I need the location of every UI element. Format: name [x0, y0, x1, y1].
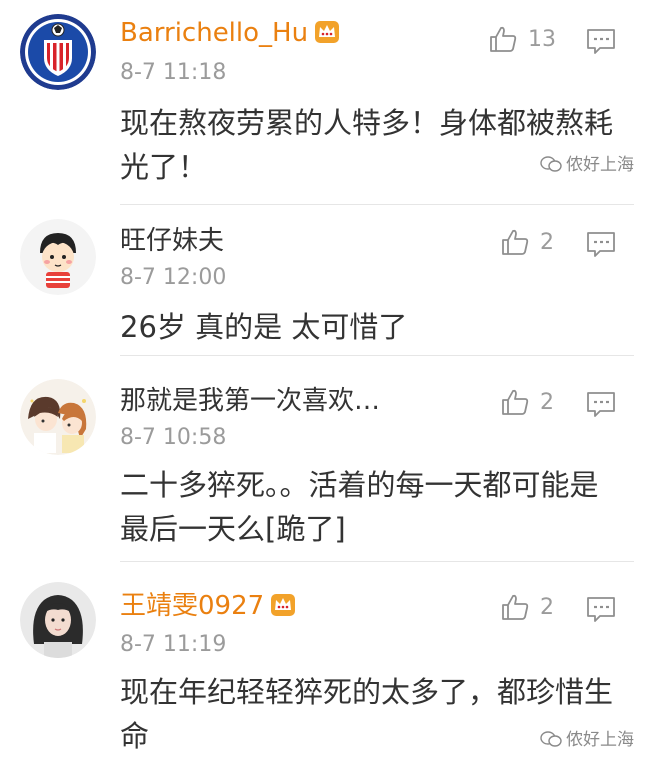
- comment-time: 8-7 11:18: [120, 60, 227, 85]
- cartoon-boy-avatar: [20, 219, 96, 295]
- wechat-icon: [540, 731, 562, 747]
- crown-icon: [315, 21, 340, 43]
- thumbs-up-icon: [502, 229, 529, 255]
- like-button[interactable]: 2: [500, 387, 580, 421]
- like-count: 2: [540, 230, 554, 255]
- reply-button[interactable]: [586, 230, 616, 258]
- comment-item: 那就是我第一次喜欢… 8-7 10:58 2 二十多猝死。。活着的每一天都可能是…: [0, 367, 656, 563]
- wechat-icon: [540, 156, 562, 172]
- reply-button[interactable]: [586, 595, 616, 623]
- reply-button[interactable]: [586, 27, 616, 55]
- watermark: 侬好上海: [540, 725, 634, 750]
- reply-button[interactable]: [586, 390, 616, 418]
- comment-bubble-icon: [587, 29, 615, 54]
- user-name[interactable]: 那就是我第一次喜欢…: [120, 385, 380, 417]
- comment-time: 8-7 12:00: [120, 265, 227, 290]
- thumbs-up-icon: [490, 26, 517, 52]
- comment-item: Barrichello_Hu 8-7 11:18 13 现在熬夜劳累的人特多！身…: [0, 0, 656, 210]
- comment-bubble-icon: [587, 232, 615, 257]
- football-club-logo: [20, 14, 96, 90]
- like-button[interactable]: 2: [500, 592, 580, 626]
- user-name[interactable]: 王靖雯0927: [120, 590, 296, 622]
- like-count: 2: [540, 390, 554, 415]
- avatar[interactable]: [20, 379, 96, 455]
- user-name[interactable]: Barrichello_Hu: [120, 17, 340, 49]
- watermark: 侬好上海: [540, 150, 634, 175]
- girl-photo-avatar: [20, 582, 96, 658]
- thumbs-up-icon: [502, 389, 529, 415]
- avatar[interactable]: [20, 582, 96, 658]
- comment-bubble-icon: [587, 597, 615, 622]
- comment-text: 二十多猝死。。活着的每一天都可能是最后一天么[跪了]: [120, 468, 599, 546]
- like-count: 13: [528, 27, 556, 52]
- avatar[interactable]: [20, 14, 96, 90]
- crown-icon: [271, 594, 296, 616]
- comment-text: 现在熬夜劳累的人特多！身体都被熬耗光了！: [120, 106, 614, 184]
- comment-item: 旺仔妹夫 8-7 12:00 2 26岁 真的是 太可惜了: [0, 205, 656, 356]
- anime-couple-avatar: [20, 379, 96, 455]
- avatar[interactable]: [20, 219, 96, 295]
- comment-time: 8-7 11:19: [120, 632, 227, 657]
- comment-item: 王靖雯0927 8-7 11:19 2 现在年纪轻轻猝死的太多了，都珍惜生命 侬…: [0, 562, 656, 762]
- like-button[interactable]: 13: [488, 24, 568, 58]
- divider: [120, 355, 634, 356]
- thumbs-up-icon: [502, 594, 529, 620]
- comment-time: 8-7 10:58: [120, 425, 227, 450]
- like-button[interactable]: 2: [500, 227, 580, 261]
- comment-text: 26岁 真的是 太可惜了: [120, 310, 408, 344]
- like-count: 2: [540, 595, 554, 620]
- comment-list: Barrichello_Hu 8-7 11:18 13 现在熬夜劳累的人特多！身…: [0, 0, 656, 762]
- user-name[interactable]: 旺仔妹夫: [120, 225, 224, 257]
- comment-bubble-icon: [587, 392, 615, 417]
